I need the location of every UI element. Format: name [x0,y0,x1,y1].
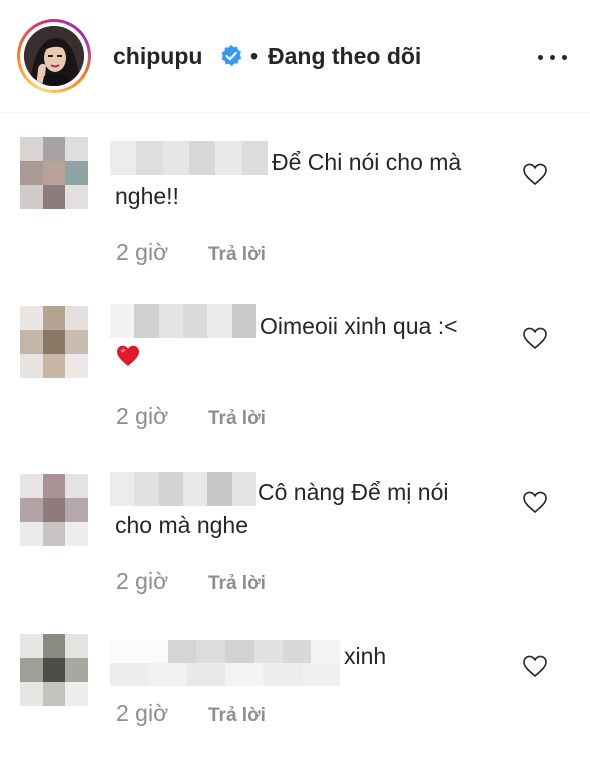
comment-text: Để Chi nói cho mà [272,149,462,175]
comment-text-continued: nghe!! [115,183,179,209]
follow-status-button[interactable]: Đang theo dõi [268,42,421,70]
reply-button[interactable]: Trả lời [208,405,266,433]
heart-outline-icon[interactable] [522,490,548,514]
avatar-ring-gap [20,22,88,90]
reply-button[interactable]: Trả lời [208,570,266,598]
commenter-name-blurred[interactable] [110,472,256,506]
commenter-name-blurred[interactable] [110,141,268,175]
reply-button[interactable]: Trả lời [208,241,266,269]
heart-outline-icon[interactable] [522,162,548,186]
comment-time: 2 giờ [116,568,169,594]
comment-text: Cô nàng Để mị nói [258,479,449,505]
reply-button[interactable]: Trả lời [208,702,266,730]
comment-text: Oimeoii xinh qua :< [260,313,458,339]
profile-avatar[interactable] [17,19,91,93]
comment-time: 2 giờ [116,239,169,265]
verified-badge-icon [221,45,242,66]
separator-dot: • [250,43,259,69]
heart-outline-icon[interactable] [522,654,548,678]
avatar-portrait-icon [24,26,84,86]
red-heart-emoji [117,345,139,366]
commenter-avatar-blurred[interactable] [20,306,88,378]
avatar-image [24,26,84,86]
username-link[interactable]: chipupu [113,42,202,70]
commenter-avatar-blurred[interactable] [20,474,88,546]
post-header: chipupu • Đang theo dõi [0,0,590,113]
more-options-icon[interactable] [538,50,568,64]
commenter-name-blurred[interactable] [110,304,256,338]
comment-text: xinh [344,643,387,669]
commenter-name-blurred[interactable] [110,640,340,686]
comment-text-continued: cho mà nghe [115,512,248,538]
comment-time: 2 giờ [116,700,169,726]
commenter-avatar-blurred[interactable] [20,137,88,209]
comment-time: 2 giờ [116,403,169,429]
commenter-avatar-blurred[interactable] [20,634,88,706]
heart-outline-icon[interactable] [522,326,548,350]
